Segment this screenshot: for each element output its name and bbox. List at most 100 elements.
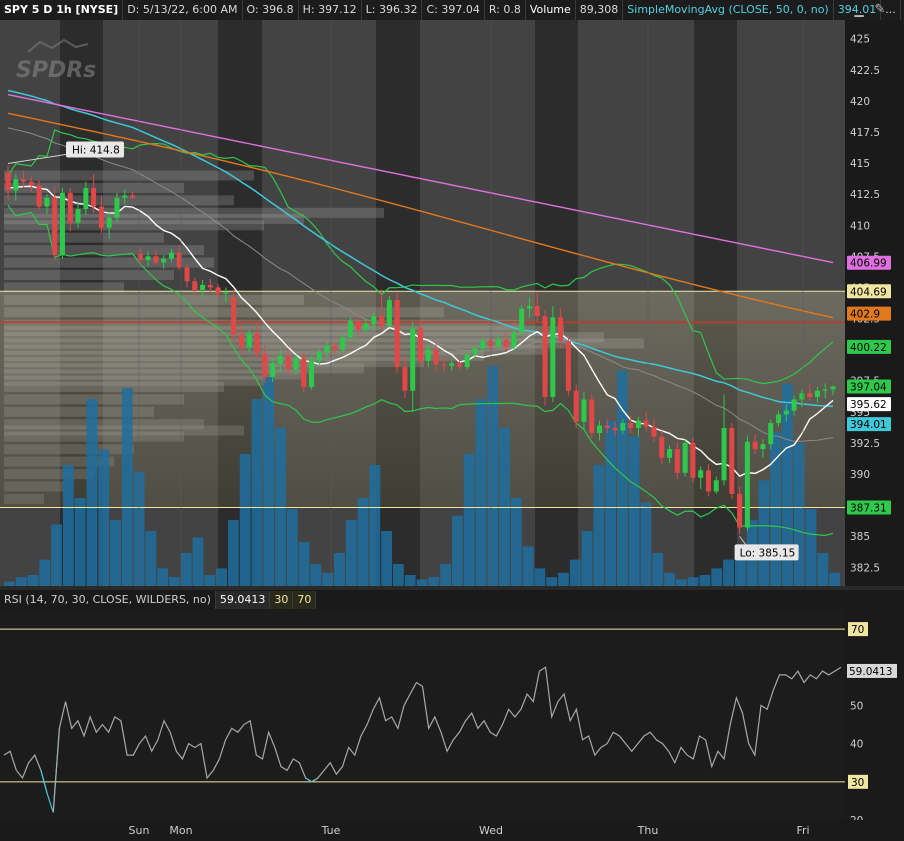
volume-bar [723,559,734,586]
hi-label: Hi: 414.8 [72,145,120,157]
candle-body [441,364,447,366]
volume-bar [440,564,451,586]
candle-body [503,339,509,348]
candle-body [425,349,431,361]
candle-body [433,349,439,365]
volume-bar [829,572,840,586]
volume-bar [404,575,416,586]
candle-body [277,355,283,364]
candle-body [410,328,416,391]
candle-body [231,297,237,335]
candle-body [597,425,603,433]
candle-body [106,217,112,228]
volume-bar [216,568,227,586]
candle-body [768,423,774,445]
chart-canvas[interactable]: 425422.5420417.5415412.5410407.5405402.5… [0,0,904,841]
candle-body [386,299,392,327]
candle-body [565,340,571,391]
volume-bar [487,366,499,586]
candle-body [153,256,159,263]
candle-body [161,258,167,263]
price-label-text: 404.69 [850,286,887,298]
volume-bar [286,509,298,586]
candle-body [270,363,276,378]
volume-bar [428,577,440,586]
candle-body [114,197,120,218]
volume-bar [546,577,558,586]
candle-body [418,328,423,361]
candle-body [98,206,104,228]
volume-bar [393,564,404,586]
candle-body [246,333,252,348]
candle-body [394,299,400,368]
candle-body [215,287,221,294]
volume-bar [675,579,687,586]
candle-body [254,333,260,354]
price-tick-label: 410 [850,220,870,232]
candle-body [145,256,151,261]
volume-bar [499,427,510,586]
rsi-axis[interactable]: 705040302059.0413 [845,610,904,827]
volume-bar [204,575,216,586]
candle-body [67,192,73,223]
candle-body [519,308,525,333]
candle-body [737,493,743,528]
candle-body [791,399,797,411]
candle-body [776,414,782,424]
volume-bar [110,520,121,586]
volume-bar [121,388,133,586]
volume-bar [298,542,310,586]
candle-body [480,340,486,349]
candle-body [238,334,244,348]
day-label: Wed [479,824,503,837]
volume-bar [369,465,381,586]
volume-profile-bar [4,257,214,268]
volume-bar [145,531,157,586]
rsi-study-label[interactable]: RSI (14, 70, 30, CLOSE, WILDERS, no) [0,591,216,609]
price-label-text: 395.62 [850,399,887,411]
volume-bar [558,572,569,586]
day-label: Fri [796,824,809,837]
volume-bar [334,553,345,586]
candle-body [293,358,299,370]
candle-body [744,441,750,528]
candle-body [309,360,315,387]
price-tick-label: 385 [850,531,870,543]
candle-body [340,337,346,350]
candle-body [713,480,719,492]
candle-body [456,363,462,368]
day-label: Thu [637,824,659,837]
candle-body [192,281,198,290]
volume-bar [86,399,98,586]
candle-body [674,449,680,473]
candle-body [44,197,50,207]
candle-body [628,423,634,429]
volume-bar [699,575,711,586]
candle-body [59,192,65,256]
candle-body [799,393,805,400]
price-tick-label: 420 [850,96,870,108]
lo-label: Lo: 385.15 [740,547,796,559]
candle-body [449,363,455,366]
rsi-oversold-value: 30 [270,591,294,609]
rsi-tick-label: 50 [850,700,863,712]
volume-profile-bar [4,170,254,181]
volume-bar [593,465,605,586]
candle-body [28,181,34,186]
price-tick-label: 390 [850,469,870,481]
volume-bar [664,572,675,586]
volume-bar [805,509,817,586]
rsi-value: 59.0413 [215,591,271,609]
volume-bar [169,577,180,586]
volume-bar [711,568,723,586]
rsi-header: RSI (14, 70, 30, CLOSE, WILDERS, no) 59.… [0,590,317,610]
volume-bar [310,564,322,586]
volume-bar [239,454,251,586]
volume-bar [416,579,428,586]
candle-body [472,348,478,355]
candle-body [301,358,307,387]
rsi-level-label: 70 [851,624,864,636]
candle-body [814,390,820,397]
candle-body [573,390,579,422]
volume-bar [227,520,239,586]
